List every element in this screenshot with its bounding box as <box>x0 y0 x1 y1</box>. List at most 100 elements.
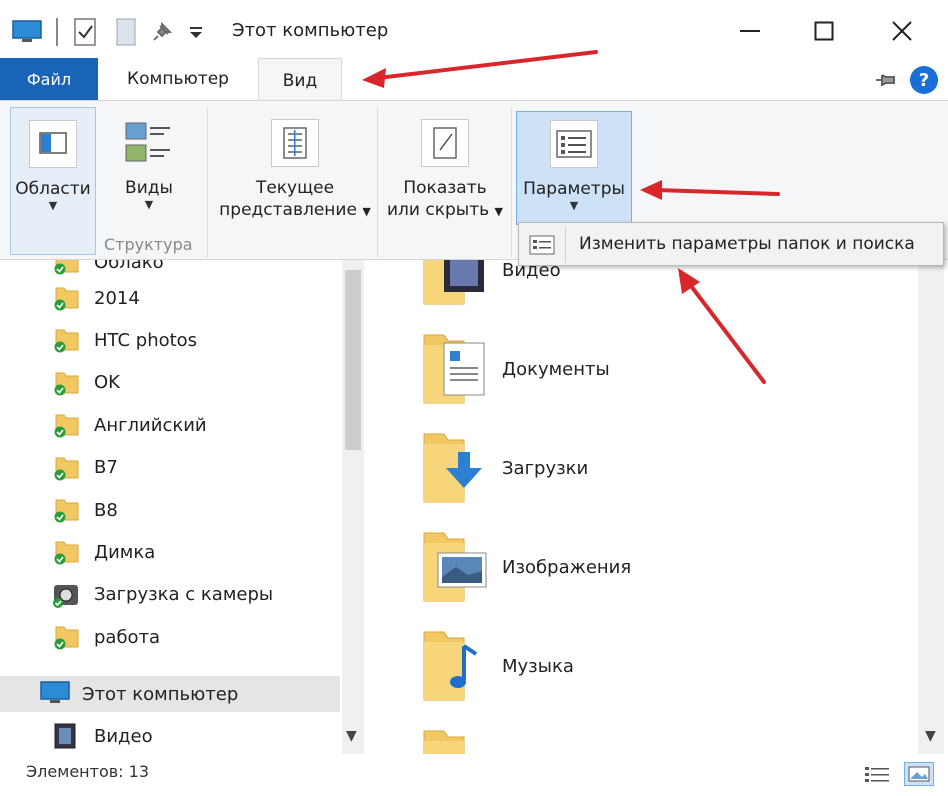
folder-icon <box>420 725 490 754</box>
folder-sync-icon <box>52 284 82 312</box>
details-view-icon[interactable] <box>862 764 892 786</box>
folder-sync-icon <box>52 538 82 566</box>
window-title: Этот компьютер <box>232 20 389 41</box>
scroll-down-icon[interactable]: ▼ <box>346 728 357 744</box>
nav-item[interactable]: В7 <box>52 450 118 486</box>
current-view-icon <box>271 119 319 167</box>
nav-item[interactable]: Димка <box>52 534 155 570</box>
options-icon <box>550 120 598 168</box>
views-icon <box>122 119 176 169</box>
minimize-icon <box>740 30 760 32</box>
nav-item-label: работа <box>94 626 161 648</box>
views-label: Виды <box>125 178 173 198</box>
downloads-folder-icon <box>420 428 490 508</box>
nav-item-label: Английский <box>94 414 207 436</box>
parameters-label: Параметры <box>523 179 625 199</box>
items-count: Элементов: 13 <box>26 762 149 781</box>
documents-folder-icon <box>420 329 490 409</box>
tab-computer[interactable]: Компьютер <box>106 58 250 100</box>
group-current-view: Текущее представление ▼ <box>212 107 378 257</box>
minimize-button[interactable] <box>720 12 780 50</box>
tab-file[interactable]: Файл <box>0 58 98 100</box>
properties-icon[interactable] <box>74 18 96 46</box>
areas-label: Области <box>15 179 91 199</box>
content-item[interactable]: Музыка <box>420 626 574 706</box>
content-item-partial[interactable] <box>420 725 502 754</box>
navigation-pane-icon <box>29 120 77 168</box>
current-view-button[interactable]: Текущее представление ▼ <box>216 107 374 223</box>
help-icon[interactable]: ? <box>910 66 938 94</box>
current-view-label-1: Текущее <box>255 178 335 198</box>
status-bar: Элементов: 13 <box>0 756 948 796</box>
nav-item-label: 2014 <box>94 287 140 309</box>
quick-access-dropdown-icon[interactable] <box>186 22 206 42</box>
nav-scrollbar[interactable]: ▼ <box>342 260 364 754</box>
computer-icon <box>12 20 42 42</box>
nav-item-label: HTC photos <box>94 329 198 351</box>
show-hide-button[interactable]: Показать или скрыть ▼ <box>380 107 510 223</box>
close-button[interactable] <box>872 12 932 50</box>
folder-sync-icon <box>52 369 82 397</box>
show-hide-label-1: Показать <box>403 178 487 198</box>
title-separator <box>56 18 58 46</box>
tab-view[interactable]: Вид <box>258 58 342 102</box>
pictures-folder-icon <box>420 527 490 607</box>
video-folder-icon <box>420 260 490 310</box>
structure-group-label: Структура <box>104 235 193 254</box>
content-item[interactable]: Изображения <box>420 527 631 607</box>
nav-item[interactable]: работа <box>52 619 160 655</box>
chevron-down-icon: ▼ <box>48 199 58 212</box>
folder-options-icon <box>529 235 555 255</box>
nav-item[interactable]: В8 <box>52 492 118 528</box>
nav-item-partial[interactable]: Облако <box>52 260 164 280</box>
ribbon-tabs: Файл Компьютер Вид ? <box>0 58 948 102</box>
nav-item[interactable]: HTC photos <box>52 322 197 358</box>
views-button[interactable]: Виды ▼ <box>106 107 192 211</box>
change-folder-options-item[interactable]: Изменить параметры папок и поиска <box>579 234 915 254</box>
scroll-down-icon[interactable]: ▼ <box>925 728 936 744</box>
close-icon <box>892 21 912 41</box>
content-item[interactable]: Документы <box>420 329 610 409</box>
folder-sync-icon <box>52 496 82 524</box>
nav-item[interactable]: Английский <box>52 407 207 443</box>
pin-icon[interactable] <box>152 20 174 42</box>
large-icons-view-icon[interactable] <box>904 762 934 786</box>
folder-sync-icon <box>52 411 82 439</box>
ribbon-pin-icon[interactable] <box>874 70 898 90</box>
new-folder-icon[interactable] <box>116 18 136 46</box>
parameters-dropdown: Изменить параметры папок и поиска <box>518 222 944 266</box>
content-item-label: Музыка <box>502 655 574 677</box>
computer-icon <box>40 680 70 708</box>
show-hide-icon <box>421 119 469 167</box>
group-structure: Области ▼ Виды ▼ Структура <box>6 107 208 257</box>
content-item-label: Загрузки <box>502 457 589 479</box>
folder-sync-icon <box>52 260 82 276</box>
music-folder-icon <box>420 626 490 706</box>
nav-item-this-pc[interactable]: Этот компьютер <box>0 676 340 712</box>
folder-sync-icon <box>52 454 82 482</box>
nav-item[interactable]: 2014 <box>52 280 140 316</box>
content-item[interactable]: Видео <box>420 260 561 310</box>
maximize-icon <box>814 21 834 41</box>
folder-sync-icon <box>52 326 82 354</box>
content-scrollbar[interactable]: ▼ <box>918 260 944 754</box>
maximize-button[interactable] <box>794 12 854 50</box>
nav-item-label: Димка <box>94 541 156 563</box>
nav-item-label: Загрузка с камеры <box>94 584 274 606</box>
camera-folder-icon <box>52 581 82 609</box>
title-bar: Этот компьютер <box>0 0 948 58</box>
folder-sync-icon <box>52 623 82 651</box>
nav-item-label: В8 <box>94 499 118 521</box>
nav-item-video[interactable]: Видео <box>52 718 153 754</box>
nav-scroll-thumb[interactable] <box>345 270 361 450</box>
group-show-hide: Показать или скрыть ▼ <box>380 107 512 257</box>
content-item[interactable]: Загрузки <box>420 428 588 508</box>
content-item-label: Изображения <box>502 556 632 578</box>
parameters-button[interactable]: Параметры ▼ <box>516 111 632 225</box>
current-view-label-2: представление ▼ <box>219 200 371 220</box>
content-pane: Видео Документы Загрузки Изображения Музыка <box>370 260 918 754</box>
nav-item[interactable]: OK <box>52 365 120 401</box>
areas-button[interactable]: Области ▼ <box>10 107 96 255</box>
content-item-label: Документы <box>502 358 610 380</box>
nav-item[interactable]: Загрузка с камеры <box>52 577 273 613</box>
